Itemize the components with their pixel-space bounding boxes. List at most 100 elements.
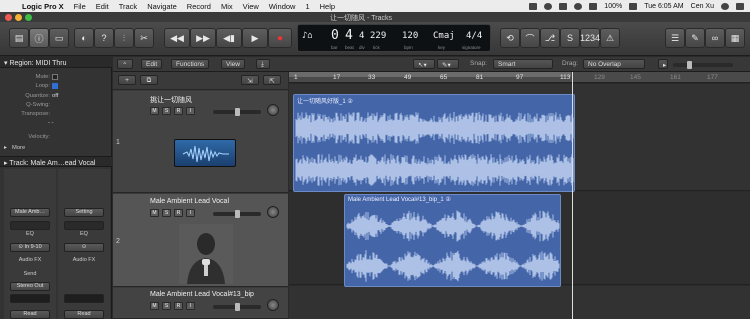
more-disclosure[interactable]: ▸ More (0, 145, 112, 154)
list-editors-button[interactable]: ☰ (665, 28, 685, 48)
status-icon[interactable] (544, 2, 553, 10)
record-enable-button[interactable]: R (174, 209, 183, 217)
menu-edit[interactable]: Edit (96, 2, 109, 11)
user-name[interactable]: Cen Xu (691, 3, 714, 10)
track-header-2[interactable]: 2 Male Ambient Lead Vocal M S R I (113, 194, 288, 287)
loop-browser-button[interactable]: ∞ (705, 28, 725, 48)
mute-button[interactable]: M (150, 107, 159, 115)
wifi-icon[interactable] (574, 2, 583, 10)
snap-select[interactable]: Smart (493, 59, 553, 69)
battery-icon[interactable] (629, 2, 638, 10)
solo-button[interactable]: S (162, 107, 171, 115)
cycle-button[interactable]: ⟲ (500, 28, 520, 48)
cycle-area[interactable] (289, 72, 571, 77)
play-button[interactable]: ▶ (242, 28, 268, 48)
timeline-ruler[interactable]: 1 17 33 49 65 81 97 113 129 145 161 177 (289, 72, 750, 83)
record-enable-button[interactable]: R (174, 302, 183, 310)
close-window-button[interactable] (5, 14, 12, 21)
input-monitor-button[interactable]: I (186, 107, 195, 115)
tracks-zoom-button[interactable]: ⇲ (241, 75, 259, 85)
eq-display[interactable] (10, 221, 50, 230)
toolbar-arrow-button[interactable]: ⌃ (117, 59, 133, 69)
lcd-tempo[interactable]: 120 (402, 31, 418, 41)
region-inspector-header[interactable]: ▾ Region: MIDI Thru (0, 57, 112, 68)
param-velocity[interactable]: Velocity: (0, 134, 112, 143)
arrange-area[interactable]: 让一切随风好版_1 ② Male Ambient Lead Vocal#13_b… (289, 84, 750, 319)
playhead[interactable] (572, 72, 573, 319)
volume-slider[interactable] (213, 108, 261, 116)
lcd-signature[interactable]: 4/4 (466, 31, 482, 41)
param-loop[interactable]: Loop: (0, 83, 112, 92)
group-slot[interactable] (10, 294, 50, 303)
tuner-button[interactable]: ⌒ (520, 28, 540, 48)
lcd-mode-icon[interactable]: ♪⌂ (302, 31, 313, 41)
volume-knob[interactable] (235, 108, 240, 116)
param-qswing[interactable]: Q-Swing: (0, 102, 112, 111)
audio-region-1[interactable]: 让一切随风好版_1 ② (293, 94, 575, 192)
help-button[interactable]: ? (94, 28, 114, 48)
browsers-button[interactable]: ▦ (725, 28, 745, 48)
zoom-knob[interactable] (687, 61, 692, 69)
tracks-fit-button[interactable]: ⇱ (263, 75, 281, 85)
input-slot[interactable]: ⊙ In 9-10 (10, 243, 50, 252)
lcd-key[interactable]: Cmaj (433, 31, 455, 41)
record-button[interactable]: ● (268, 28, 292, 48)
automation-mode[interactable]: Read (64, 310, 104, 319)
menu-1[interactable]: 1 (305, 2, 309, 11)
track-lane-3[interactable] (289, 286, 750, 319)
menu-mix[interactable]: Mix (221, 2, 233, 11)
input-slot[interactable]: ⊙ (64, 243, 104, 252)
menu-window[interactable]: Window (269, 2, 296, 11)
zoom-slider[interactable] (673, 61, 733, 69)
forward-button[interactable]: ▶▶ (190, 28, 216, 48)
track-name[interactable]: Male Ambient Lead Vocal#13_bip (150, 291, 254, 298)
menu-app[interactable]: Logic Pro X (22, 2, 64, 11)
group-slot[interactable] (64, 294, 104, 303)
editors-button[interactable]: ✂ (134, 28, 154, 48)
new-folder-button[interactable]: ⧉ (140, 75, 158, 85)
mute-checkbox[interactable] (52, 74, 58, 81)
lcd-display[interactable]: ♪⌂ 0 4 4 229 120 Cmaj 4/4 bar beat div t… (297, 24, 491, 52)
inspector-button[interactable]: ⓘ (29, 28, 49, 48)
menu-record[interactable]: Record (187, 2, 211, 11)
volume-slider[interactable] (213, 210, 261, 218)
search-icon[interactable] (721, 2, 729, 10)
list-icon[interactable] (736, 2, 744, 10)
rewind-button[interactable]: ◀◀ (164, 28, 190, 48)
menu-navigate[interactable]: Navigate (147, 2, 177, 11)
eq-display[interactable] (64, 221, 104, 230)
track-name[interactable]: Male Ambient Lead Vocal (150, 198, 229, 205)
catch-button[interactable]: ⤓ (256, 59, 270, 69)
param-transpose[interactable]: Transpose: (0, 111, 112, 120)
volume-icon[interactable] (589, 2, 598, 10)
input-monitor-button[interactable]: I (186, 209, 195, 217)
mute-button[interactable]: M (150, 209, 159, 217)
input-monitor-button[interactable]: I (186, 302, 195, 310)
pencil-tool-menu[interactable]: ✎▾ (437, 59, 459, 69)
menu-view[interactable]: View (243, 2, 259, 11)
mute-button[interactable]: M (150, 302, 159, 310)
mixer-button[interactable]: ⫶ (114, 28, 134, 48)
status-icon[interactable] (529, 2, 538, 10)
menu-file[interactable]: File (74, 2, 86, 11)
library-button[interactable]: ▤ (9, 28, 29, 48)
volume-knob[interactable] (235, 210, 240, 218)
volume-slider[interactable] (213, 303, 261, 311)
audio-region-2[interactable]: Male Ambient Lead Vocal#13_bip_1 ② (344, 194, 561, 287)
solo-button[interactable]: S (162, 209, 171, 217)
track-inspector-header[interactable]: ▸ Track: Male Am…ead Vocal (0, 156, 112, 167)
note-pad-button[interactable]: ✎ (685, 28, 705, 48)
audio-fx-label[interactable]: Audio FX (58, 257, 110, 263)
pan-knob[interactable] (267, 299, 279, 311)
track-name[interactable]: 挑让一切随风 (150, 95, 192, 105)
solo-button[interactable]: S (560, 28, 580, 48)
loop-checkbox[interactable] (52, 83, 58, 90)
drag-select[interactable]: No Overlap (583, 59, 645, 69)
functions-menu[interactable]: Functions (171, 59, 210, 69)
view-menu[interactable]: View (221, 59, 245, 69)
zoom-window-button[interactable] (25, 14, 32, 21)
send-label[interactable]: Send (4, 271, 56, 277)
audio-fx-label[interactable]: Audio FX (4, 257, 56, 263)
solo-button[interactable]: S (162, 302, 171, 310)
clock[interactable]: Tue 6:05 AM (644, 3, 683, 10)
